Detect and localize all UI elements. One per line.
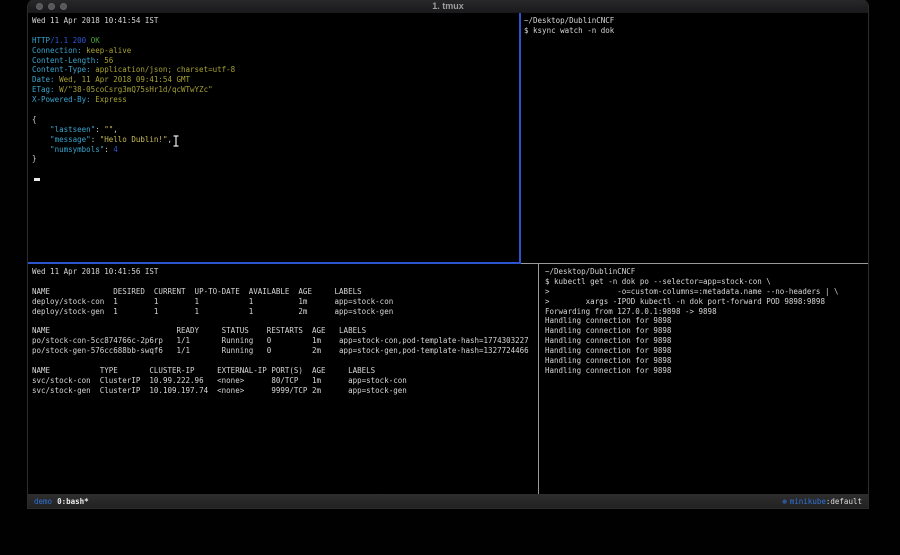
http-header-line: X-Powered-By: Express	[32, 95, 519, 105]
header-name: Content-Length:	[32, 56, 100, 65]
json-value: ""	[104, 125, 113, 134]
json-key: "message"	[32, 135, 91, 144]
window-titlebar[interactable]: 1. tmux	[28, 0, 868, 13]
deployment-row: deploy/stock-gen 1 1 1 1 2m app=stock-ge…	[32, 307, 538, 317]
json-separator: :	[104, 145, 113, 154]
minimize-button[interactable]	[48, 3, 55, 10]
json-value: 4	[113, 145, 118, 154]
tmux-session: Wed 11 Apr 2018 10:41:54 IST HTTP/1.1 20…	[28, 13, 868, 494]
service-row: svc/stock-gen ClusterIP 10.109.197.74 <n…	[32, 386, 538, 396]
http-status-line: HTTP/1.1 200 OK	[32, 36, 519, 46]
pane-port-forward[interactable]: ~/Desktop/DublinCNCF $ kubectl get -n do…	[539, 264, 868, 494]
command-line: $ ksync watch -n dok	[524, 26, 868, 36]
header-value: Express	[95, 95, 127, 104]
json-close-brace: }	[32, 154, 519, 164]
json-field-line: "numsymbols": 4	[32, 145, 519, 155]
json-comma: ,	[113, 125, 118, 134]
json-key: "lastseen"	[32, 125, 95, 134]
http-proto: HTTP	[32, 36, 50, 45]
pane-ksync[interactable]: ~/Desktop/DublinCNCF $ ksync watch -n do…	[521, 13, 868, 262]
output-line: Forwarding from 127.0.0.1:9898 -> 9898	[545, 307, 868, 317]
json-key: "numsymbols"	[32, 145, 104, 154]
http-header-line: Content-Type: application/json; charset=u…	[32, 65, 519, 75]
output-line: Handling connection for 9898	[545, 366, 868, 376]
header-value: 56	[104, 56, 113, 65]
output-line: Handling connection for 9898	[545, 326, 868, 336]
service-row: svc/stock-con ClusterIP 10.99.222.96 <no…	[32, 376, 538, 386]
status-bar-left: demo 0:bash*	[34, 497, 89, 506]
window-tab[interactable]: 0:bash*	[57, 497, 89, 506]
command-continuation-line: > -o=custom-columns=:metadata.name --no-…	[545, 287, 868, 297]
command-line: $ kubectl get -n dok po --selector=app=s…	[545, 277, 868, 287]
http-status-ok: OK	[91, 36, 100, 45]
deployments-header: NAME DESIRED CURRENT UP-TO-DATE AVAILABL…	[32, 287, 538, 297]
json-field-line: "lastseen": "",	[32, 125, 519, 135]
cwd-line: ~/Desktop/DublinCNCF	[524, 16, 868, 26]
header-value: W/"38-05coCsrg3mQ75sHr1d/qcWTwYZc"	[59, 85, 213, 94]
terminal-cursor	[34, 178, 40, 181]
pod-row: po/stock-con-5cc874766c-2p6rp 1/1 Runnin…	[32, 336, 538, 346]
tmux-status-bar: demo 0:bash* ⊛ minikube :default	[28, 494, 868, 508]
zoom-button[interactable]	[60, 3, 67, 10]
json-open-brace: {	[32, 115, 519, 125]
close-button[interactable]	[36, 3, 43, 10]
pod-row: po/stock-gen-576cc688bb-swqf6 1/1 Runnin…	[32, 346, 538, 356]
json-field-line: "message": "Hello Dublin!",	[32, 135, 519, 145]
deployment-row: deploy/stock-con 1 1 1 1 1m app=stock-co…	[32, 297, 538, 307]
timestamp-line: Wed 11 Apr 2018 10:41:56 IST	[32, 267, 538, 277]
output-line: Handling connection for 9898	[545, 356, 868, 366]
command-continuation-line: > xargs -IPOD kubectl -n dok port-forwar…	[545, 297, 868, 307]
cwd-line: ~/Desktop/DublinCNCF	[545, 267, 868, 277]
http-header-line: Content-Length: 56	[32, 56, 519, 66]
terminal-window: 1. tmux Wed 11 Apr 2018 10:41:54 IST HTT…	[28, 0, 868, 508]
kube-namespace: :default	[826, 497, 862, 506]
status-bar-right: ⊛ minikube :default	[782, 497, 862, 506]
kube-context: minikube	[790, 497, 826, 506]
header-name: Content-Type:	[32, 65, 91, 74]
services-header: NAME TYPE CLUSTER-IP EXTERNAL-IP PORT(S)…	[32, 366, 538, 376]
output-line: Handling connection for 9898	[545, 346, 868, 356]
terminal-cursor-line	[32, 174, 519, 184]
pane-kubectl-watch[interactable]: Wed 11 Apr 2018 10:41:56 IST NAME DESIRE…	[28, 264, 538, 494]
session-name: demo	[34, 497, 52, 506]
json-value: "Hello Dublin!"	[100, 135, 168, 144]
kubernetes-helm-icon: ⊛	[782, 497, 787, 506]
header-name: X-Powered-By:	[32, 95, 91, 104]
header-name: Connection:	[32, 46, 82, 55]
desktop: 1. tmux Wed 11 Apr 2018 10:41:54 IST HTT…	[0, 0, 900, 555]
http-header-line: ETag: W/"38-05coCsrg3mQ75sHr1d/qcWTwYZc"	[32, 85, 519, 95]
http-header-line: Connection: keep-alive	[32, 46, 519, 56]
pods-header: NAME READY STATUS RESTARTS AGE LABELS	[32, 326, 538, 336]
window-title: 1. tmux	[28, 0, 868, 13]
header-name: ETag:	[32, 85, 55, 94]
http-header-line: Date: Wed, 11 Apr 2018 09:41:54 GMT	[32, 75, 519, 85]
timestamp-line: Wed 11 Apr 2018 10:41:54 IST	[32, 16, 519, 26]
text-cursor-pointer	[172, 135, 180, 147]
http-version-code: /1.1 200	[50, 36, 86, 45]
output-line: Handling connection for 9898	[545, 336, 868, 346]
header-value: Wed, 11 Apr 2018 09:41:54 GMT	[59, 75, 190, 84]
json-separator: :	[95, 125, 104, 134]
traffic-lights	[36, 3, 67, 10]
output-line: Handling connection for 9898	[545, 316, 868, 326]
header-value: keep-alive	[86, 46, 131, 55]
header-name: Date:	[32, 75, 55, 84]
header-value: application/json; charset=utf-8	[95, 65, 235, 74]
pane-divider-vertical-top[interactable]	[519, 13, 521, 262]
pane-http-response[interactable]: Wed 11 Apr 2018 10:41:54 IST HTTP/1.1 20…	[28, 13, 519, 262]
json-separator: :	[91, 135, 100, 144]
